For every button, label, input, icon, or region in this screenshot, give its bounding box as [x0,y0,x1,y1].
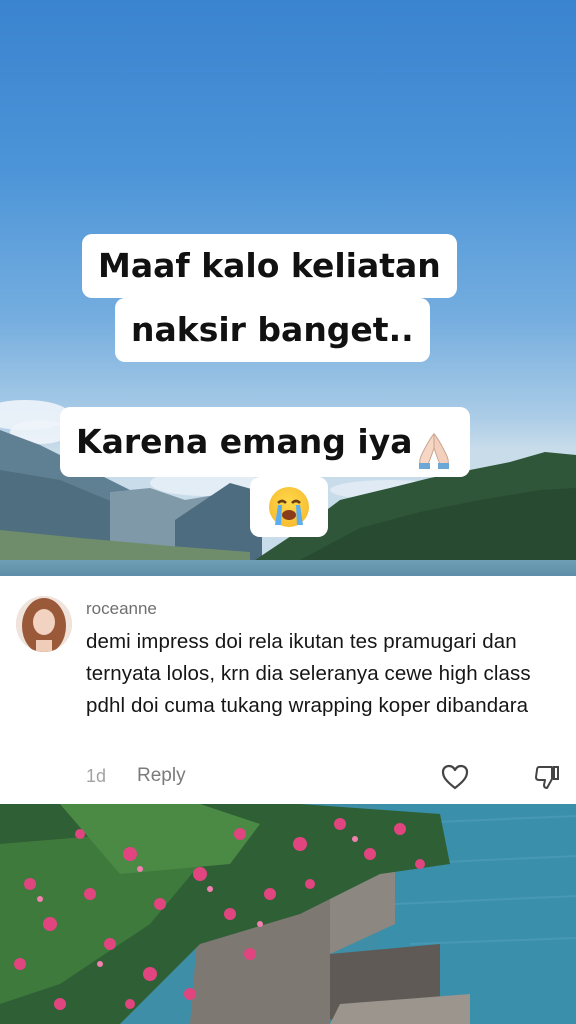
comment-text: demi impress doi rela ikutan tes pramuga… [86,630,531,717]
comment-card: roceanne demi impress doi rela ikutan te… [0,576,576,804]
lake-strip [0,560,576,576]
heart-outline-icon[interactable] [440,763,470,791]
reply-button[interactable]: Reply [137,765,186,787]
caption-line-4 [250,477,328,537]
caption-line-3-text: Karena emang iya [76,422,413,461]
caption-line-1: Maaf kalo keliatan [82,234,457,298]
background-photo-bottom [0,804,576,1024]
thumbs-down-icon[interactable] [533,763,561,791]
caption-line-2: naksir banget.. [115,298,430,362]
caption-line-3: Karena emang iya [60,407,471,477]
loudly-crying-face-icon [269,487,309,527]
avatar[interactable] [16,596,72,652]
folded-hands-icon [414,424,454,469]
flower-planter-illustration [0,804,576,1024]
comment-username[interactable]: roceanne [86,599,157,619]
comment-timestamp: 1d [86,766,107,786]
